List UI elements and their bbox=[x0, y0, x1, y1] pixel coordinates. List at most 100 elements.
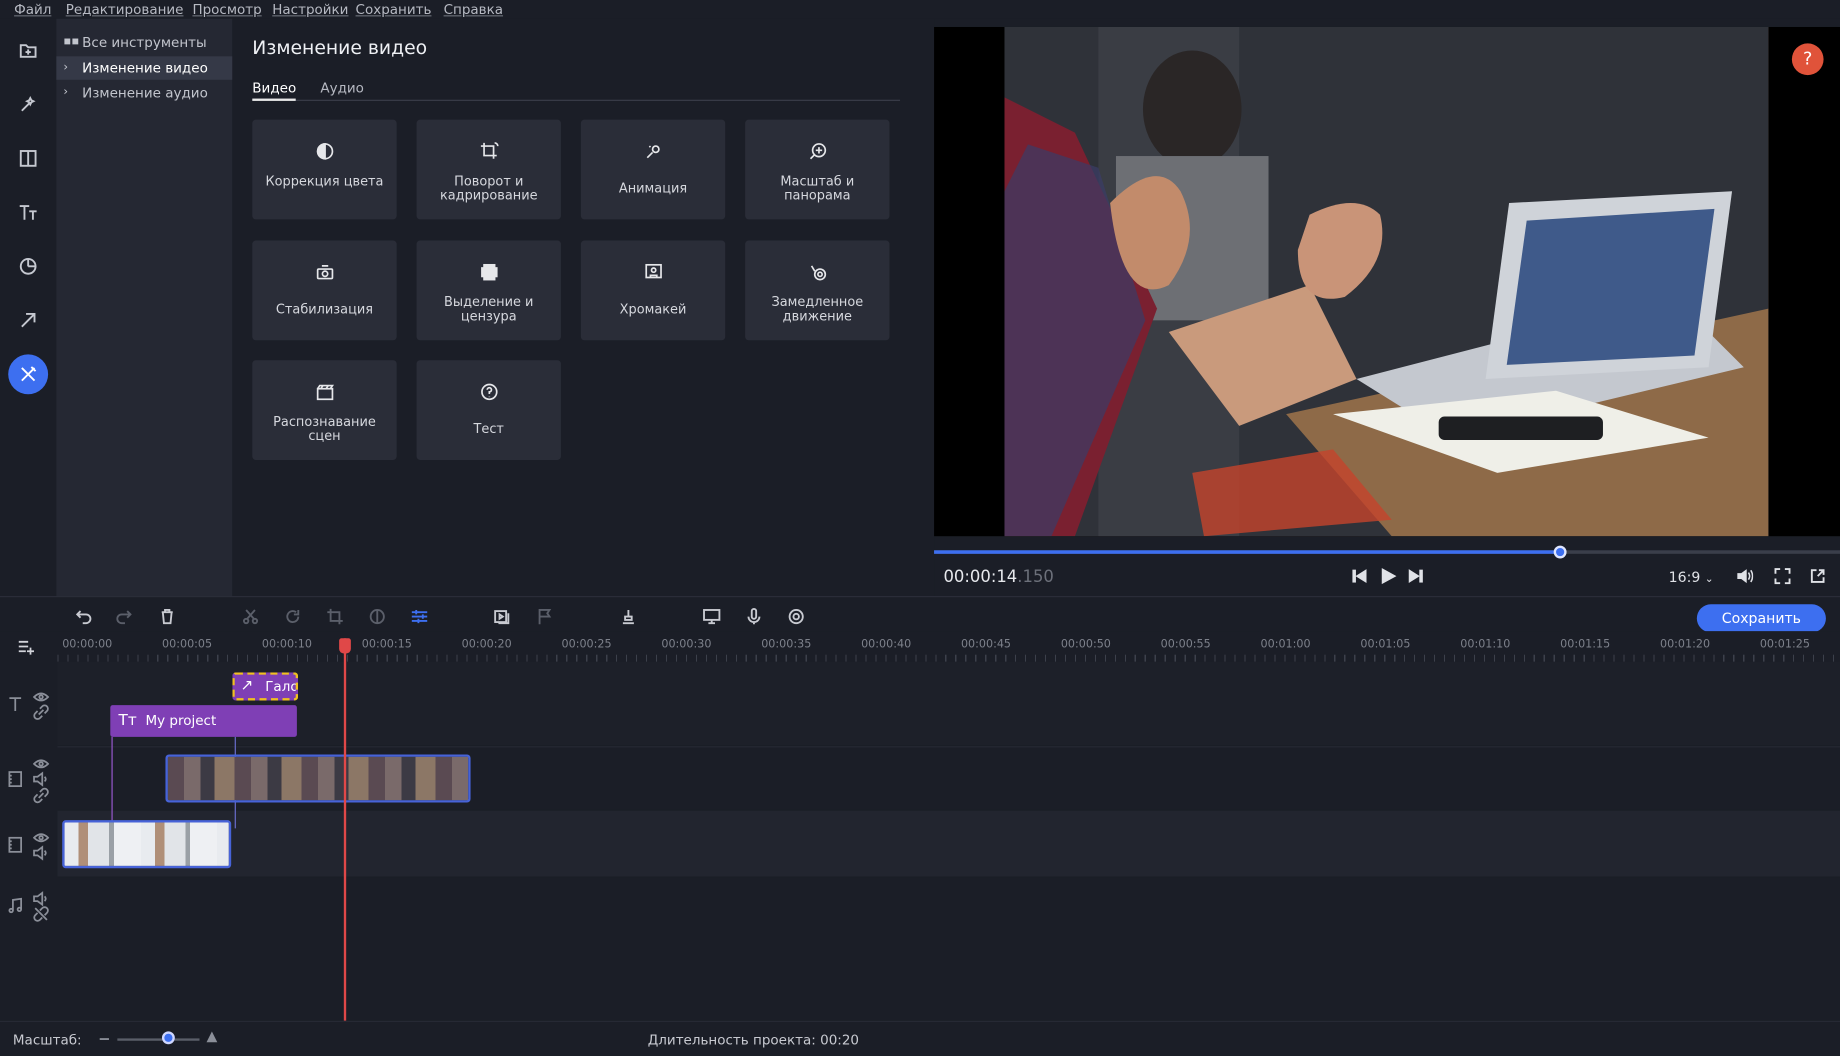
redo-button[interactable] bbox=[114, 605, 135, 626]
transitions-button[interactable] bbox=[8, 138, 48, 178]
track-visibility-toggle[interactable] bbox=[32, 688, 50, 704]
color-correction-icon bbox=[369, 608, 385, 624]
track-link-toggle[interactable] bbox=[33, 786, 49, 804]
callout-clip[interactable]: ↗ Гало bbox=[232, 672, 299, 701]
tool-card-zoom-pan[interactable]: Масштаб и панорама bbox=[745, 119, 890, 220]
tool-card-stabilization[interactable]: Стабилизация bbox=[252, 240, 397, 341]
menu-save[interactable]: Сохранить bbox=[356, 1, 432, 17]
menu-help[interactable]: Справка bbox=[444, 1, 503, 17]
stickers-button[interactable] bbox=[8, 246, 48, 286]
ruler-tick-label: 00:00:40 bbox=[861, 638, 912, 652]
overlay-video-clip[interactable] bbox=[165, 754, 471, 803]
text-track[interactable] bbox=[57, 661, 1840, 746]
filters-button[interactable] bbox=[8, 84, 48, 124]
webcam-record-button[interactable] bbox=[785, 605, 806, 626]
playback-progress-bar[interactable] bbox=[934, 545, 1840, 559]
titles-button[interactable] bbox=[8, 192, 48, 232]
menu-settings[interactable]: Настройки bbox=[272, 1, 348, 17]
text-icon bbox=[9, 697, 22, 712]
timeline-ruler[interactable]: 00:00:00 00:00:05 00:00:10 00:00:15 00:00:20… bbox=[57, 631, 1840, 662]
grid-icon: ▪▪ bbox=[63, 35, 80, 49]
meeting-scene-image bbox=[1004, 26, 1769, 537]
color-adjust-button[interactable] bbox=[366, 605, 387, 626]
marker-button[interactable] bbox=[534, 605, 555, 626]
tool-card-test[interactable]: Тест bbox=[416, 360, 561, 460]
transition-wizard-button[interactable] bbox=[492, 605, 513, 626]
tool-card-animation[interactable]: Анимация bbox=[580, 119, 726, 220]
callouts-button[interactable] bbox=[8, 300, 48, 340]
tool-card-scene-detection[interactable]: Распознавание сцен bbox=[252, 360, 397, 460]
play-button[interactable] bbox=[1378, 566, 1399, 587]
import-button[interactable] bbox=[8, 31, 48, 71]
cut-button[interactable] bbox=[239, 605, 260, 626]
menu-view[interactable]: Просмотр bbox=[192, 1, 261, 17]
progress-knob[interactable] bbox=[1553, 545, 1567, 559]
track-mute-toggle[interactable] bbox=[33, 889, 49, 907]
zoom-out-icon[interactable]: ▁ bbox=[100, 1028, 109, 1041]
tool-card-crop-rotate[interactable]: Поворот и кадрирование bbox=[416, 119, 561, 220]
undo-icon bbox=[75, 609, 91, 624]
menu-edit[interactable]: Редактирование bbox=[66, 1, 184, 17]
more-tools-button[interactable] bbox=[8, 354, 49, 395]
video-preview[interactable]: ? bbox=[934, 26, 1840, 537]
tool-card-label: Стабилизация bbox=[275, 301, 374, 317]
preview-frame-image bbox=[1004, 26, 1769, 537]
fullscreen-button[interactable] bbox=[1772, 566, 1793, 587]
microphone-icon bbox=[746, 607, 760, 624]
tool-card-slow-motion[interactable]: Замедленное движение bbox=[745, 240, 890, 341]
skip-forward-button[interactable] bbox=[1405, 566, 1426, 587]
add-track-button[interactable] bbox=[18, 637, 35, 655]
tool-card-label: Хромакей bbox=[619, 301, 687, 317]
main-video-clip[interactable] bbox=[62, 820, 232, 869]
chevron-right-icon: › bbox=[63, 85, 69, 99]
save-button[interactable]: Сохранить bbox=[1696, 604, 1826, 633]
crop-button[interactable] bbox=[324, 605, 345, 626]
ruler-tick-label: 00:00:15 bbox=[361, 638, 412, 652]
track-link-toggle[interactable] bbox=[33, 703, 49, 720]
stamp-button[interactable] bbox=[617, 605, 638, 626]
aspect-ratio-select[interactable]: 16:9 ⌄ bbox=[1669, 569, 1714, 585]
project-duration: Длительность проекта: 00:20 bbox=[647, 1031, 859, 1048]
help-button[interactable]: ? bbox=[1791, 43, 1824, 76]
overlay-track-icon bbox=[7, 770, 23, 788]
ruler-tick-label: 00:00:00 bbox=[62, 638, 113, 652]
ruler-tick-label: 00:01:05 bbox=[1360, 638, 1411, 652]
detach-preview-button[interactable] bbox=[1807, 566, 1828, 587]
tool-card-color-correction[interactable]: Коррекция цвета bbox=[252, 119, 397, 220]
track-link-toggle[interactable] bbox=[33, 905, 49, 922]
menu-file[interactable]: Файл bbox=[14, 1, 51, 17]
track-visibility-toggle[interactable] bbox=[32, 828, 50, 844]
zoom-in-icon[interactable]: ▲ bbox=[207, 1028, 218, 1044]
volume-button[interactable] bbox=[1734, 566, 1755, 587]
rotate-button[interactable] bbox=[282, 605, 303, 626]
tab-audio[interactable]: Аудио bbox=[320, 80, 364, 101]
tab-video[interactable]: Видео bbox=[252, 80, 297, 101]
zoom-slider[interactable] bbox=[117, 1038, 200, 1041]
censor-icon bbox=[480, 263, 497, 281]
sliders-icon bbox=[411, 609, 427, 623]
ruler-tick-label: 00:00:20 bbox=[461, 638, 512, 652]
main-video-track[interactable] bbox=[57, 810, 1840, 877]
clip-properties-button[interactable] bbox=[408, 605, 429, 626]
magic-wand-icon bbox=[21, 95, 36, 112]
undo-button[interactable] bbox=[72, 605, 93, 626]
skip-back-icon bbox=[1352, 569, 1367, 584]
track-mute-toggle[interactable] bbox=[33, 770, 49, 787]
sidenav-item-all-tools[interactable]: ▪▪ Все инструменты bbox=[56, 31, 232, 54]
music-track[interactable] bbox=[57, 877, 1840, 1021]
track-mute-toggle[interactable] bbox=[33, 844, 49, 861]
track-visibility-toggle[interactable] bbox=[32, 754, 50, 770]
tool-card-label: Анимация bbox=[618, 180, 688, 196]
title-clip[interactable]: Tт My project bbox=[110, 705, 297, 737]
skip-back-button[interactable] bbox=[1349, 566, 1370, 587]
timeline-toolbar: Сохранить bbox=[0, 596, 1840, 633]
zoom-slider-knob[interactable] bbox=[161, 1031, 175, 1045]
tool-card-chroma-key[interactable]: Хромакей bbox=[580, 240, 726, 341]
delete-button[interactable] bbox=[156, 605, 177, 626]
playhead-handle[interactable] bbox=[339, 638, 351, 654]
tool-card-censor[interactable]: Выделение и цензура bbox=[416, 240, 561, 341]
screen-record-button[interactable] bbox=[701, 605, 722, 626]
voice-record-button[interactable] bbox=[743, 605, 764, 626]
sidenav-item-audio-edit[interactable]: › Изменение аудио bbox=[56, 81, 232, 104]
sidenav-item-video-edit[interactable]: › Изменение видео bbox=[56, 56, 233, 80]
